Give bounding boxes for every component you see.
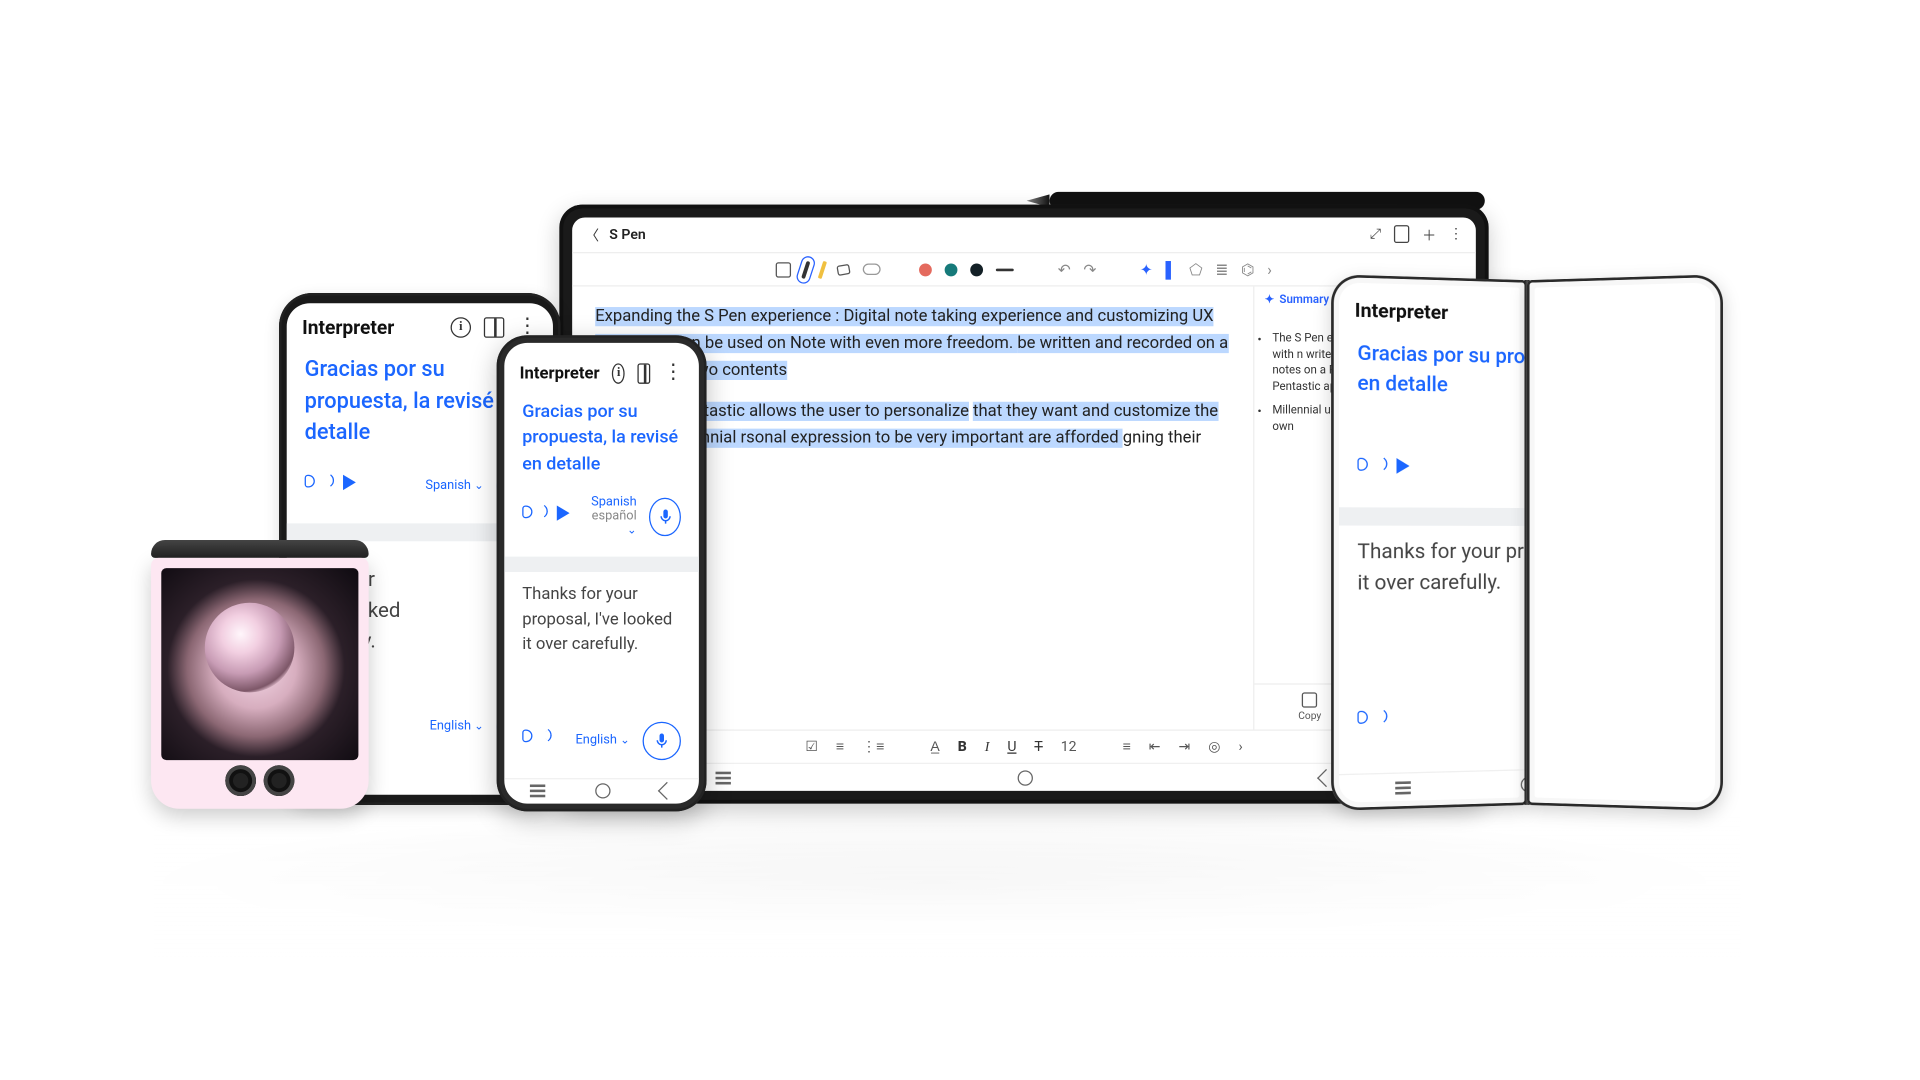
mic-button[interactable]	[643, 722, 681, 760]
info-icon[interactable]	[451, 317, 471, 337]
bookmark-icon[interactable]: ▌	[1165, 262, 1176, 277]
flip-hinge	[151, 540, 369, 558]
ai-summary-icon[interactable]: ✦	[1140, 260, 1153, 278]
speaker-icon[interactable]	[1357, 458, 1381, 482]
sparkle-icon: ✦	[1265, 294, 1275, 307]
phone-device: Interpreter Gracias por su propuesta, la…	[497, 335, 707, 811]
translated-text: Gracias por su propuesta, la revisé en d…	[522, 399, 681, 477]
original-text: Thanks for your proposal, I've looked it…	[522, 583, 681, 658]
add-icon[interactable]: ＋	[1422, 224, 1436, 244]
speaker-icon[interactable]	[1357, 711, 1381, 735]
eraser-tool-icon[interactable]	[837, 263, 851, 275]
align-left-icon[interactable]: ≡	[1123, 738, 1131, 755]
italic-icon[interactable]: I	[985, 739, 990, 754]
lasso-tool-icon[interactable]	[863, 264, 881, 276]
color-swatch-3[interactable]	[971, 263, 984, 276]
page-icon[interactable]	[1394, 224, 1409, 242]
bold-icon[interactable]: B	[958, 738, 967, 755]
back-icon[interactable]: 〈	[585, 224, 599, 244]
numbered-list-icon[interactable]: ≡	[836, 738, 844, 755]
highlighter-tool-icon[interactable]	[818, 260, 827, 278]
stroke-width-icon[interactable]	[996, 268, 1014, 271]
bullet-list-icon[interactable]: ⋮≡	[862, 738, 884, 755]
info-icon[interactable]	[612, 363, 625, 383]
split-view-icon[interactable]	[484, 317, 504, 337]
attach-icon[interactable]: ◎	[1208, 738, 1220, 755]
split-view-icon[interactable]	[638, 363, 651, 383]
play-icon[interactable]	[1397, 459, 1420, 483]
color-swatch-1[interactable]	[919, 263, 932, 276]
copy-icon	[1302, 692, 1317, 707]
font-size-value[interactable]: 12	[1061, 738, 1077, 755]
nav-back-icon[interactable]	[658, 782, 676, 800]
phone-navbar	[504, 778, 699, 804]
note-title: S Pen	[609, 226, 1370, 243]
more-icon[interactable]: ⋮	[1449, 224, 1463, 244]
outdent-icon[interactable]: ⇥	[1179, 738, 1191, 755]
nav-recent-icon[interactable]	[529, 790, 544, 793]
more-icon[interactable]	[663, 363, 683, 383]
underline-icon[interactable]: U	[1007, 738, 1016, 755]
source-language-selector[interactable]: Spanish ⌄	[425, 479, 486, 494]
checklist-icon[interactable]: ☑	[805, 738, 818, 755]
indent-icon[interactable]: ⇤	[1149, 738, 1161, 755]
speaker-icon[interactable]	[522, 505, 541, 528]
flip-cover-screen[interactable]	[161, 568, 358, 760]
speaker-icon[interactable]	[522, 729, 545, 752]
notes-header: 〈 S Pen ⤢ ＋ ⋮	[572, 217, 1476, 253]
color-swatch-2[interactable]	[945, 263, 958, 276]
interpreter-title: Interpreter	[302, 316, 438, 339]
source-language-selector[interactable]: Spanish español ⌄	[590, 495, 639, 538]
camera-lens-icon	[264, 765, 295, 796]
nav-recent-icon[interactable]	[716, 776, 731, 779]
speaker-icon[interactable]	[305, 475, 328, 498]
nav-home-icon[interactable]	[1018, 770, 1033, 785]
camera-lens-icon	[225, 765, 256, 796]
play-icon[interactable]	[556, 505, 575, 528]
fold-device: Interpreter Gracias por su propuesta, la…	[1332, 280, 1721, 805]
text-color-icon[interactable]: A̲	[930, 738, 939, 755]
text-icon[interactable]: ⌬	[1241, 262, 1254, 277]
pen-tool-icon[interactable]	[802, 260, 811, 278]
shape-icon[interactable]: ⬠	[1189, 262, 1202, 277]
play-icon[interactable]	[343, 475, 366, 498]
expand-icon[interactable]: ⤢	[1370, 224, 1381, 244]
nav-recent-icon[interactable]	[1395, 786, 1411, 789]
more-tools-icon[interactable]: ›	[1267, 262, 1272, 277]
target-language-selector[interactable]: English ⌄	[430, 719, 487, 734]
interpreter-title: Interpreter	[520, 364, 600, 383]
redo-icon[interactable]: ↷	[1083, 262, 1096, 277]
nav-home-icon[interactable]	[595, 784, 610, 799]
align-icon[interactable]: ≣	[1215, 262, 1228, 277]
floor-shadow	[128, 806, 1741, 960]
mic-button[interactable]	[650, 498, 681, 536]
divider	[504, 556, 699, 572]
undo-icon[interactable]: ↶	[1058, 262, 1071, 277]
more-format-icon[interactable]: ›	[1238, 738, 1242, 755]
strike-icon[interactable]: T	[1034, 738, 1042, 755]
select-tool-icon[interactable]	[776, 262, 791, 277]
flip-phone-device	[151, 540, 369, 809]
note-p2-c: rsonal expression to be very important a…	[741, 429, 1123, 448]
target-language-selector[interactable]: English ⌄	[576, 733, 633, 748]
